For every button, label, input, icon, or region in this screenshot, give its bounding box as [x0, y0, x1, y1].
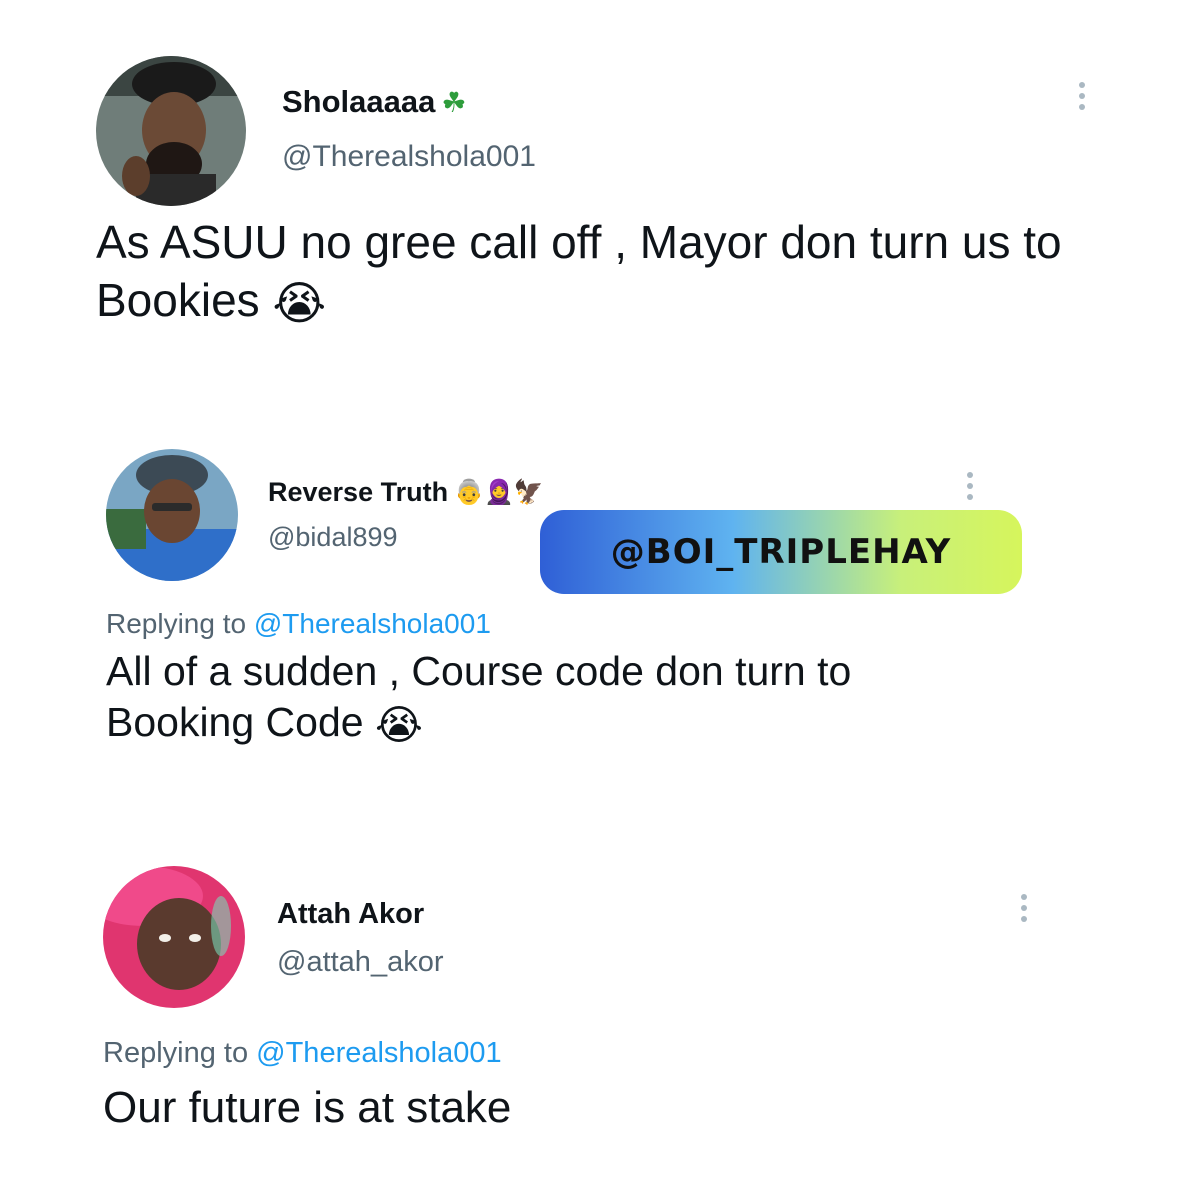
handle[interactable]: @bidal899 — [268, 522, 398, 553]
reply-mention-link[interactable]: @Therealshola001 — [256, 1037, 501, 1069]
shamrock-icon: ☘ — [441, 86, 467, 118]
avatar[interactable] — [106, 449, 238, 581]
avatar[interactable] — [103, 866, 245, 1008]
handle[interactable]: @Therealshola001 — [282, 140, 536, 174]
tweet-text: As ASUU no gree call off , Mayor don tur… — [96, 214, 1136, 332]
tweet-text: Our future is at stake — [103, 1083, 512, 1132]
tweet-text: All of a sudden , Course code don turn t… — [106, 646, 1006, 751]
replying-to: Replying to @Therealshola001 — [103, 1037, 502, 1069]
emoji-icons: 👵🧕🦅 — [454, 479, 544, 506]
watermark-badge: @BOI_TRIPLEHAY — [540, 510, 1022, 594]
display-name[interactable]: Attah Akor — [277, 898, 424, 931]
more-vertical-icon[interactable] — [1072, 82, 1092, 110]
avatar[interactable] — [96, 56, 246, 206]
display-name[interactable]: Reverse Truth 👵🧕🦅 — [268, 477, 544, 508]
loudly-crying-face-icon: 😭 — [374, 701, 423, 748]
replying-to: Replying to @Therealshola001 — [106, 608, 491, 639]
more-vertical-icon[interactable] — [960, 472, 980, 500]
handle[interactable]: @attah_akor — [277, 946, 443, 979]
reply-mention-link[interactable]: @Therealshola001 — [254, 608, 491, 639]
more-vertical-icon[interactable] — [1014, 894, 1034, 922]
loudly-crying-face-icon: 😭 — [272, 276, 327, 329]
display-name[interactable]: Sholaaaaa ☘ — [282, 84, 466, 120]
